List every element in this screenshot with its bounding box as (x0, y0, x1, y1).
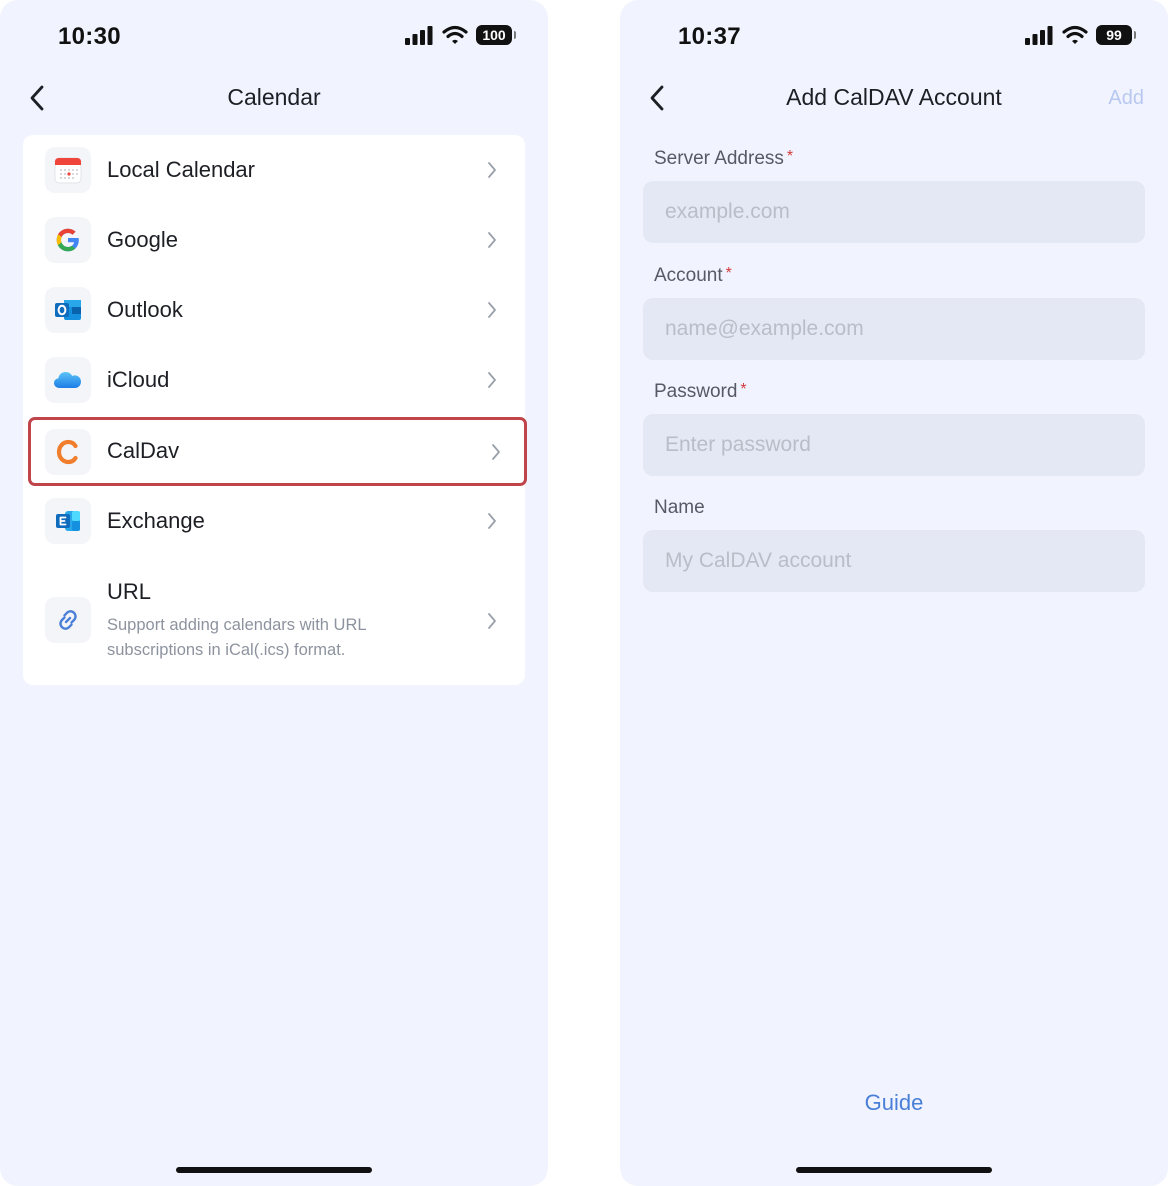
signal-icon (405, 26, 433, 45)
list-item-label: Exchange (107, 508, 205, 533)
calendar-screen: 10:30 100 Calendar Local Calendar Google… (0, 0, 548, 1186)
page-title: Calendar (227, 84, 321, 110)
list-item-label: Outlook (107, 297, 183, 322)
nav-bar: Add CalDAV Account Add (620, 72, 1168, 124)
list-item-exchange[interactable]: Exchange (23, 486, 525, 556)
status-time: 10:37 (678, 23, 741, 50)
list-item-outlook[interactable]: Outlook (23, 275, 525, 345)
required-marker: * (740, 381, 747, 398)
list-item-label: iCloud (107, 367, 170, 392)
list-item-description: Support adding calendars with URL subscr… (107, 616, 366, 659)
google-icon (45, 217, 91, 263)
signal-icon (1025, 26, 1053, 45)
list-item-label: Local Calendar (107, 157, 255, 182)
server-address-input[interactable] (643, 181, 1145, 243)
chevron-right-icon (488, 372, 496, 388)
password-input[interactable] (643, 414, 1145, 476)
link-icon (45, 597, 91, 643)
list-item-label: Google (107, 227, 178, 252)
status-icons: 99 (1024, 25, 1136, 45)
nav-bar: Calendar (0, 72, 548, 124)
local-calendar-icon (45, 147, 91, 193)
required-marker: * (725, 265, 732, 282)
required-marker: * (786, 148, 794, 165)
caldav-icon (45, 429, 91, 475)
status-bar: 10:30 100 (0, 0, 548, 72)
home-indicator (796, 1167, 992, 1173)
server-address-label: Server Address * (654, 148, 793, 170)
home-indicator (176, 1167, 372, 1173)
status-bar: 10:37 99 (620, 0, 1168, 72)
icloud-icon (45, 357, 91, 403)
status-time: 10:30 (58, 23, 121, 50)
chevron-right-icon (492, 444, 500, 460)
page-title: Add CalDAV Account (786, 84, 1002, 110)
field-label-text: Account (654, 265, 723, 286)
list-item-caldav[interactable]: CalDav (28, 417, 527, 486)
chevron-right-icon (488, 513, 496, 529)
chevron-right-icon (488, 162, 496, 178)
status-icons: 100 (404, 25, 516, 45)
field-label-text: Password (654, 381, 738, 402)
chevron-right-icon (488, 232, 496, 248)
list-item-google[interactable]: Google (23, 205, 525, 275)
account-input[interactable] (643, 298, 1145, 360)
guide-link[interactable]: Guide (620, 1090, 1168, 1116)
outlook-icon (45, 287, 91, 333)
password-label: Password * (654, 381, 747, 403)
add-caldav-screen: 10:37 99 Add CalDAV Account Add Server A… (620, 0, 1168, 1186)
account-label: Account * (654, 265, 732, 287)
calendar-source-list: Local Calendar Google Outlook iCloud Cal… (23, 135, 527, 685)
list-item-local-calendar[interactable]: Local Calendar (23, 135, 525, 205)
field-label-text: Server Address (654, 148, 784, 169)
name-label: Name (654, 497, 708, 519)
add-button[interactable]: Add (1108, 87, 1144, 110)
battery-indicator: 100 (476, 25, 516, 45)
list-item-label: URL (107, 579, 152, 604)
chevron-right-icon (488, 613, 496, 629)
name-input[interactable] (643, 530, 1145, 592)
battery-indicator: 99 (1096, 25, 1136, 45)
list-item-icloud[interactable]: iCloud (23, 345, 525, 415)
field-label-text: Name (654, 497, 705, 518)
guide-link-label[interactable]: Guide (865, 1090, 924, 1115)
wifi-icon (1062, 25, 1088, 44)
list-item-label: CalDav (107, 438, 180, 463)
exchange-icon (45, 498, 91, 544)
wifi-icon (442, 25, 468, 44)
chevron-right-icon (488, 302, 496, 318)
